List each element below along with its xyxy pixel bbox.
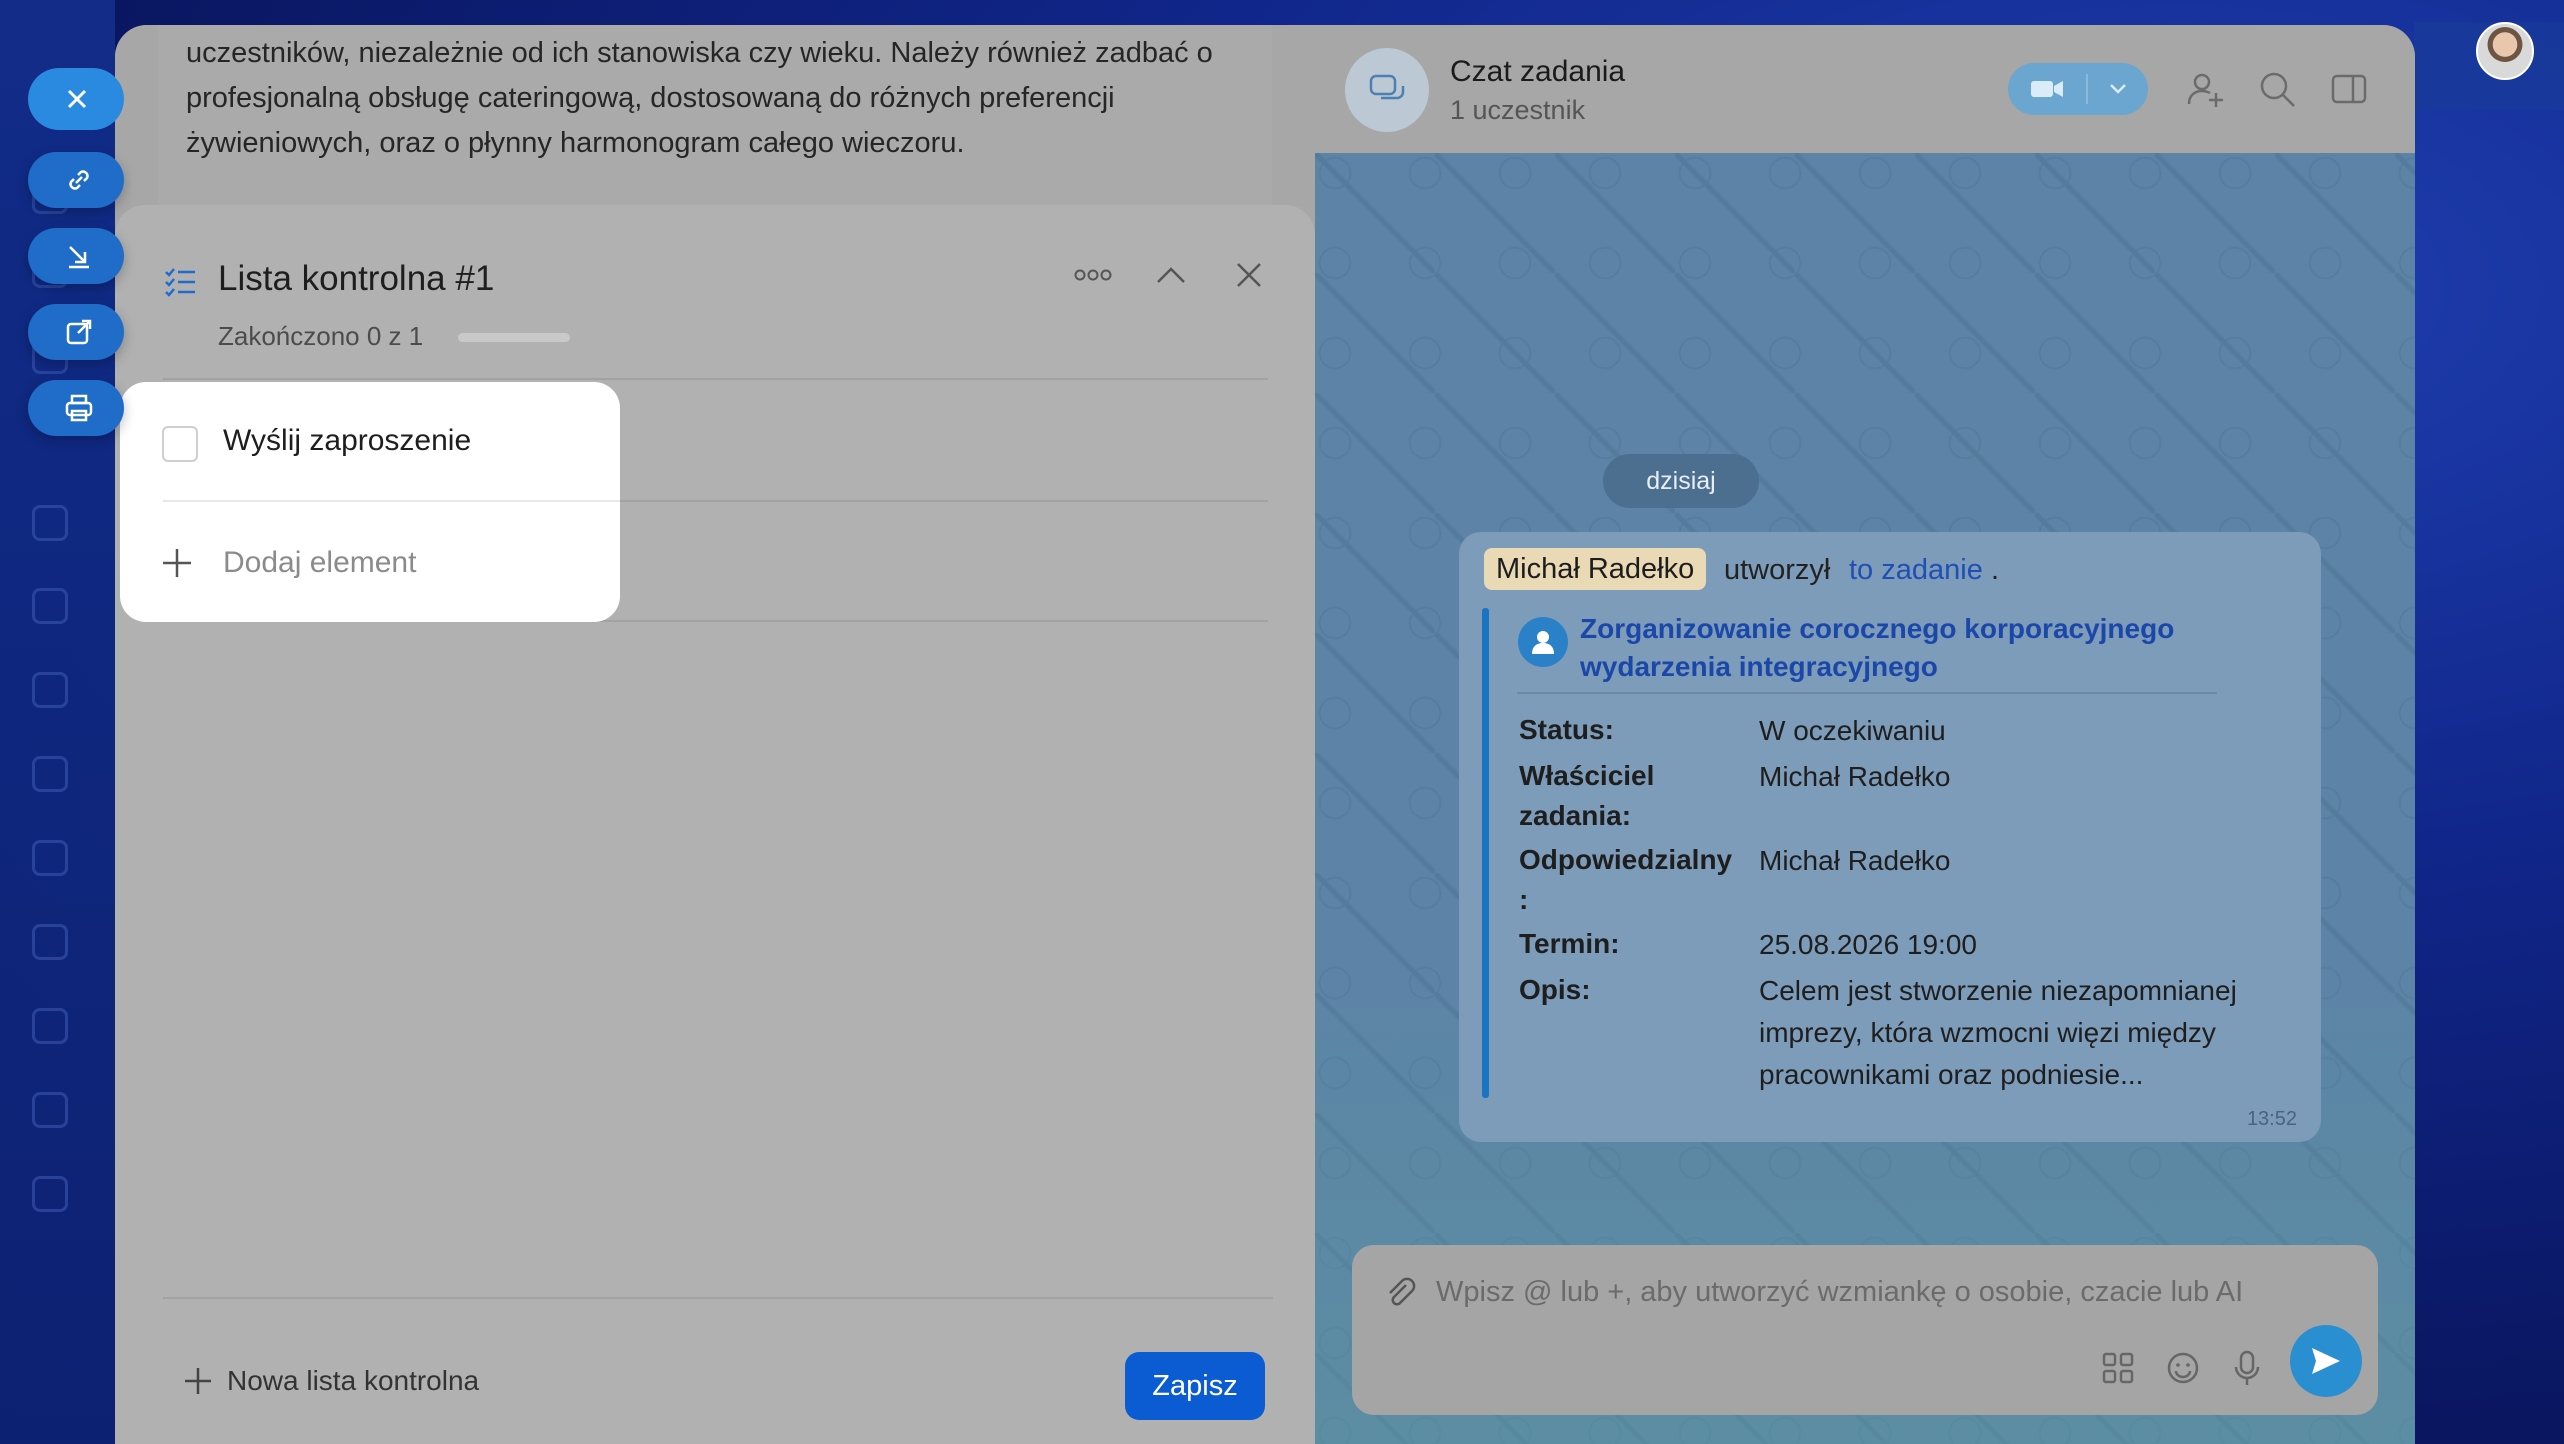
rail-icon[interactable] <box>32 1176 68 1212</box>
new-checklist-button[interactable]: Nowa lista kontrolna <box>183 1365 479 1397</box>
checklist-icon <box>165 268 195 297</box>
checklist-item-card: Wyślij zaproszenie Dodaj element <box>120 382 620 622</box>
item-divider <box>163 500 620 502</box>
plus-icon[interactable] <box>160 546 194 580</box>
task-link[interactable]: to zadanie <box>1849 554 1983 587</box>
sidebar-toggle-icon[interactable] <box>2329 69 2369 109</box>
rail-icon[interactable] <box>32 924 68 960</box>
chat-icon <box>1345 48 1429 132</box>
rail-icon[interactable] <box>32 505 68 541</box>
close-icon[interactable] <box>1229 255 1269 295</box>
checklist-item-label[interactable]: Wyślij zaproszenie <box>223 424 471 458</box>
field-value-status: W oczekiwaniu <box>1759 715 1946 746</box>
apps-grid-icon[interactable] <box>2099 1349 2137 1387</box>
save-button[interactable]: Zapisz <box>1125 1352 1265 1420</box>
close-icon <box>67 89 87 109</box>
task-person-icon <box>1518 617 1568 667</box>
message-composer <box>1352 1245 2378 1415</box>
field-label-description: Opis: <box>1519 974 1591 1005</box>
microphone-icon[interactable] <box>2228 1349 2266 1387</box>
field-label-responsible: Odpowiedzialny : <box>1519 844 1733 915</box>
checklist-actions <box>1073 255 1269 295</box>
rail-icon[interactable] <box>32 672 68 708</box>
field-value-responsible: Michał Radełko <box>1759 845 1951 876</box>
task-description: uczestników, niezależnie od ich stanowis… <box>186 37 1213 159</box>
link-icon <box>69 170 89 190</box>
rail-icon[interactable] <box>32 588 68 624</box>
download-button[interactable] <box>28 228 124 284</box>
search-icon[interactable] <box>2257 69 2297 109</box>
emoji-icon[interactable] <box>2164 1349 2202 1387</box>
system-message-card: Michał Radełko utworzył to zadanie . Zor… <box>1459 532 2321 1142</box>
checklist-title[interactable]: Lista kontrolna #1 <box>218 259 494 299</box>
more-options-icon[interactable] <box>1073 255 1113 295</box>
send-button[interactable] <box>2290 1325 2362 1397</box>
download-icon <box>69 246 89 269</box>
print-button[interactable] <box>28 380 124 436</box>
chat-header: Czat zadania 1 uczestnik <box>1315 25 2415 153</box>
task-content: uczestników, niezależnie od ich stanowis… <box>115 25 1315 1444</box>
send-icon <box>2312 1348 2340 1374</box>
chat-participants[interactable]: 1 uczestnik <box>1450 95 1585 126</box>
rail-icon[interactable] <box>32 756 68 792</box>
field-label-owner: Właściciel zadania: <box>1519 760 1655 831</box>
field-value-deadline: 25.08.2026 19:00 <box>1759 929 1977 960</box>
checklist-progress-bar <box>458 333 570 342</box>
new-checklist-label: Nowa lista kontrolna <box>227 1365 480 1396</box>
message-author[interactable]: Michał Radełko <box>1484 548 1707 590</box>
field-value-owner: Michał Radełko <box>1759 761 1951 792</box>
checklist-item-checkbox[interactable] <box>162 426 198 462</box>
chat-title: Czat zadania <box>1450 55 1626 88</box>
open-external-button[interactable] <box>28 304 124 360</box>
message-action-text: utworzył <box>1724 554 1831 586</box>
checklist-divider <box>163 378 1268 380</box>
chevron-down-icon[interactable] <box>2088 83 2148 95</box>
task-title-link[interactable]: Zorganizowanie corocznego korporacyjnego… <box>1580 610 2260 686</box>
user-avatar[interactable] <box>2476 22 2534 80</box>
close-task-button[interactable] <box>28 68 124 130</box>
field-label-status: Status: <box>1519 714 1614 745</box>
plus-icon <box>185 1368 211 1394</box>
rail-icon[interactable] <box>32 1092 68 1128</box>
date-separator: dzisiaj <box>1603 454 1759 508</box>
message-time: 13:52 <box>2246 1108 2297 1130</box>
add-item-button[interactable]: Dodaj element <box>223 546 416 580</box>
rail-icon[interactable] <box>32 840 68 876</box>
print-icon <box>65 394 93 422</box>
add-user-icon[interactable] <box>2185 69 2225 109</box>
message-punctuation: . <box>1991 554 2000 586</box>
left-navigation-rail <box>0 0 115 1444</box>
message-input[interactable] <box>1436 1267 2296 1317</box>
collapse-icon[interactable] <box>1151 255 1191 295</box>
footer-divider <box>163 1297 1273 1299</box>
video-camera-icon <box>2008 78 2086 100</box>
field-label-deadline: Termin: <box>1519 928 1620 959</box>
attachment-icon[interactable] <box>1382 1275 1418 1311</box>
field-value-description: Celem jest stworzenie niezapomnianej imp… <box>1759 975 2237 1090</box>
copy-link-button[interactable] <box>28 152 124 208</box>
rail-icon[interactable] <box>32 1008 68 1044</box>
checklist-progress-text: Zakończono 0 z 1 <box>218 321 424 351</box>
open-external-icon <box>66 319 92 345</box>
task-card-divider <box>1517 692 2217 694</box>
quote-bar <box>1482 608 1489 1098</box>
video-call-button[interactable] <box>2008 63 2148 115</box>
